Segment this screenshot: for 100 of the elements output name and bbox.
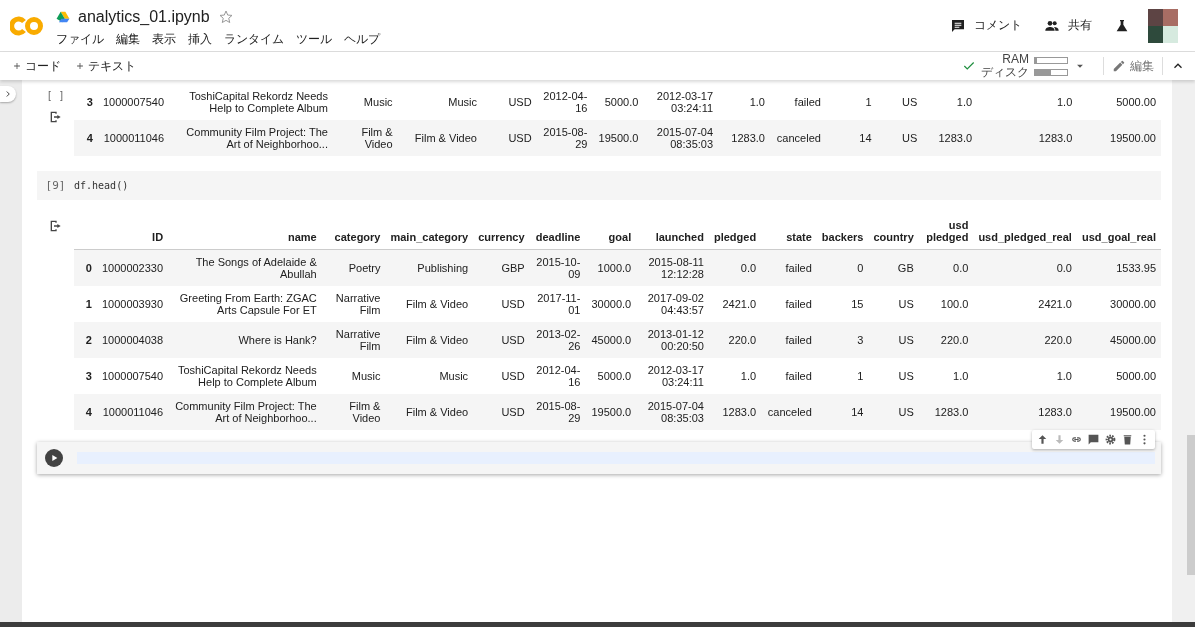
- table-cell: failed: [761, 286, 817, 322]
- row-index: 3: [74, 358, 97, 394]
- column-header: backers: [816, 208, 869, 250]
- menu-item[interactable]: ランタイム: [224, 30, 284, 48]
- table-cell: US: [868, 394, 919, 430]
- scrollbar-thumb[interactable]: [1187, 435, 1195, 575]
- table-cell: 220.0: [918, 322, 974, 358]
- code-input-field[interactable]: [77, 452, 1155, 464]
- table-cell: 0.0: [973, 249, 1077, 286]
- table-cell: 220.0: [708, 322, 762, 358]
- menu-item[interactable]: ヘルプ: [344, 30, 380, 48]
- table-cell: 19500.0: [585, 394, 637, 430]
- column-header: main_category: [385, 208, 474, 250]
- table-cell: USD: [473, 394, 530, 430]
- table-cell: 2012-04-16: [536, 84, 593, 120]
- table-cell: 1.0: [922, 84, 978, 120]
- table-cell: US: [868, 286, 919, 322]
- add-cell-button[interactable]: コード: [12, 57, 61, 75]
- table-cell: USD: [481, 84, 537, 120]
- table-cell: US: [868, 322, 919, 358]
- menu-item[interactable]: ツール: [296, 30, 332, 48]
- table-cell: 1533.95: [1076, 249, 1161, 286]
- table-cell: 1000.0: [585, 249, 637, 286]
- ram-label: RAM: [1002, 53, 1029, 66]
- row-index: 1: [74, 286, 97, 322]
- table-cell: 2421.0: [708, 286, 762, 322]
- table-cell: 45000.0: [585, 322, 637, 358]
- play-icon: [49, 453, 59, 463]
- comment-button[interactable]: [1087, 433, 1100, 446]
- comment-button[interactable]: コメント: [950, 17, 1022, 34]
- pencil-icon: [1112, 59, 1126, 73]
- table-cell: 5000.0: [592, 84, 644, 120]
- table-cell: 3: [816, 322, 869, 358]
- table-cell: 1.0: [708, 358, 762, 394]
- menu-item[interactable]: ファイル: [56, 30, 104, 48]
- table-cell: 1000003930: [96, 286, 169, 322]
- table-cell: 2015-08-29: [536, 120, 593, 156]
- table-cell: 2013-02-26: [529, 322, 586, 358]
- table-cell: 0.0: [918, 249, 974, 286]
- table-cell: 2017-11-01: [529, 286, 586, 322]
- table-cell: 2015-07-04 08:35:03: [643, 120, 719, 156]
- table-cell: USD: [481, 120, 537, 156]
- table-cell: Where is Hank?: [168, 322, 322, 358]
- table-cell: Film & Video: [385, 286, 474, 322]
- table-cell: 1000002330: [96, 249, 169, 286]
- table-cell: ToshiCapital Rekordz Needs Help to Complete Album: [169, 84, 333, 120]
- settings-button[interactable]: [1104, 433, 1117, 446]
- table-cell: 2012-03-17 03:24:11: [636, 358, 709, 394]
- add-cell-button[interactable]: テキスト: [75, 57, 136, 75]
- table-cell: US: [876, 120, 923, 156]
- table-cell: Film & Video: [321, 394, 386, 430]
- table-cell: 1283.0: [973, 394, 1077, 430]
- row-index: 4: [74, 394, 97, 430]
- table-cell: USD: [473, 322, 530, 358]
- move-up-button[interactable]: [1036, 433, 1049, 446]
- check-icon: [962, 59, 976, 73]
- star-icon[interactable]: [217, 8, 234, 25]
- table-cell: canceled: [769, 120, 826, 156]
- avatar-icon[interactable]: [1148, 8, 1178, 43]
- table-cell: 2015-10-09: [529, 249, 586, 286]
- menu-item[interactable]: 編集: [116, 30, 140, 48]
- table-cell: 1000007540: [96, 358, 169, 394]
- table-cell: Film & Video: [332, 120, 398, 156]
- table-cell: 14: [825, 120, 877, 156]
- table-cell: Film & Video: [385, 394, 474, 430]
- table-cell: GB: [868, 249, 919, 286]
- table-cell: failed: [769, 84, 826, 120]
- table-cell: Community Film Project: The Art of Neighborhoo...: [169, 120, 333, 156]
- table-cell: 1.0: [977, 84, 1078, 120]
- table-cell: 1: [816, 358, 869, 394]
- table-cell: Music: [321, 358, 386, 394]
- notebook-title[interactable]: analytics_01.ipynb: [78, 7, 210, 26]
- arrow-up-icon: [1036, 433, 1049, 446]
- code-text[interactable]: df.head(): [74, 180, 129, 191]
- execution-count: [9]: [45, 179, 66, 192]
- table-cell: 100.0: [918, 286, 974, 322]
- table-cell: USD: [473, 358, 530, 394]
- menu-item[interactable]: 表示: [152, 30, 176, 48]
- delete-button[interactable]: [1121, 433, 1134, 446]
- table-cell: Poetry: [321, 249, 386, 286]
- drive-icon: [56, 9, 70, 24]
- menu-item[interactable]: 挿入: [188, 30, 212, 48]
- trash-icon: [1121, 433, 1134, 446]
- table-cell: failed: [761, 358, 817, 394]
- table-cell: 1000007540: [97, 84, 170, 120]
- table-cell: US: [876, 84, 923, 120]
- table-cell: 2017-09-02 04:43:57: [636, 286, 709, 322]
- share-button[interactable]: 共有: [1044, 17, 1092, 34]
- table-cell: 2015-08-11 12:12:28: [636, 249, 709, 286]
- edit-button[interactable]: 編集: [1112, 57, 1154, 75]
- flask-icon[interactable]: [1114, 17, 1130, 34]
- run-button[interactable]: [45, 449, 63, 467]
- table-cell: Publishing: [385, 249, 474, 286]
- table-cell: 19500.0: [592, 120, 644, 156]
- table-cell: 15: [816, 286, 869, 322]
- execution-count: [ ]: [46, 90, 65, 101]
- table-cell: 14: [816, 394, 869, 430]
- column-header: usd_pledged_real: [973, 208, 1077, 250]
- table-cell: The Songs of Adelaide & Abullah: [168, 249, 322, 286]
- table-cell: 19500.00: [1076, 394, 1161, 430]
